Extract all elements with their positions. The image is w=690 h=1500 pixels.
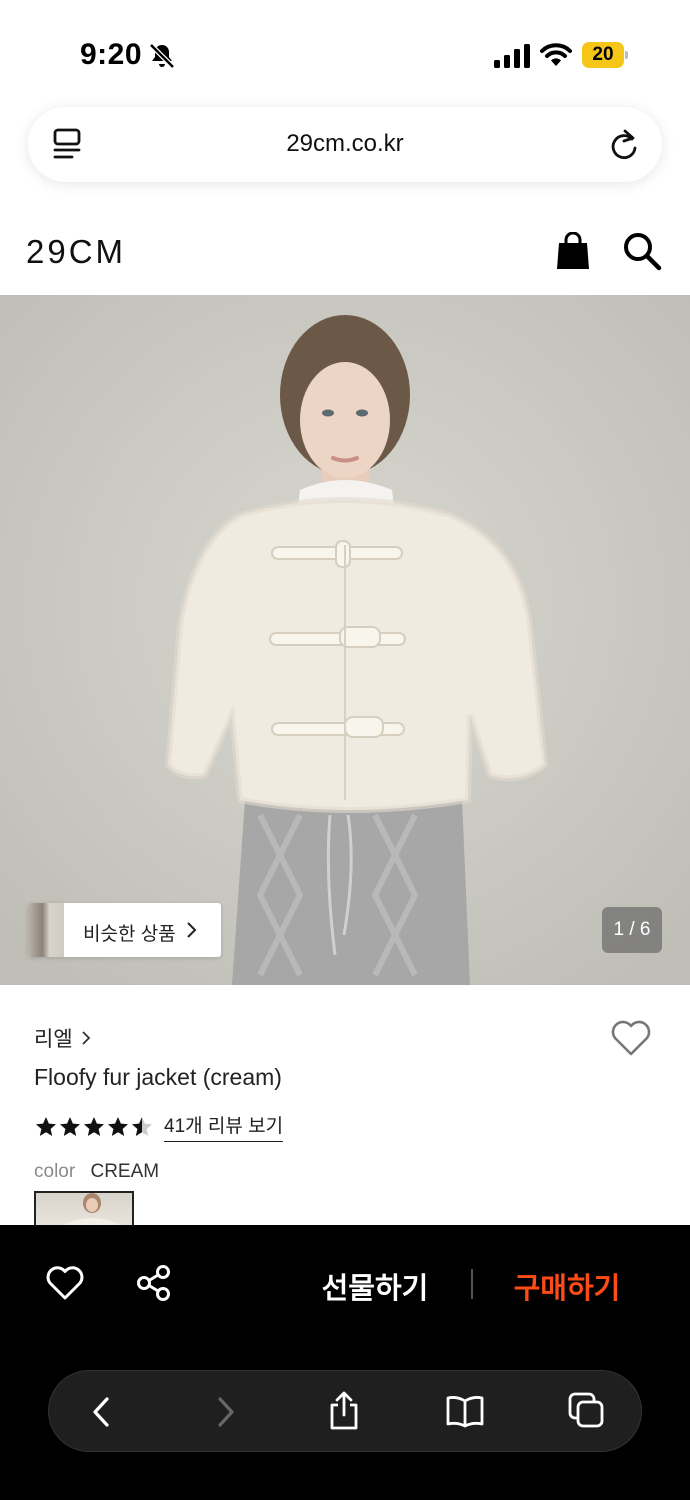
similar-products-label: 비슷한 상품 bbox=[83, 924, 176, 945]
product-image[interactable]: 비슷한 상품 1 / 6 bbox=[0, 295, 690, 985]
brand-link[interactable]: 리엘 bbox=[34, 1023, 91, 1053]
share-icon[interactable] bbox=[327, 1391, 361, 1431]
bottom-action-area: 선물하기 구매하기 bbox=[0, 1225, 690, 1500]
star-full-icon bbox=[84, 1116, 104, 1136]
review-link[interactable]: 41개 리뷰 보기 bbox=[164, 1111, 284, 1142]
chevron-right-icon bbox=[82, 1031, 90, 1045]
gift-button[interactable]: 선물하기 bbox=[300, 1265, 450, 1307]
similar-products-button[interactable]: 비슷한 상품 bbox=[28, 903, 221, 957]
cellular-signal-icon bbox=[494, 44, 530, 68]
star-full-icon bbox=[108, 1116, 128, 1136]
chevron-right-icon bbox=[187, 922, 197, 938]
share-icon[interactable] bbox=[136, 1264, 172, 1302]
rating: 41개 리뷰 보기 bbox=[34, 1111, 284, 1142]
wishlist-heart-icon[interactable] bbox=[610, 1019, 652, 1057]
product-photo bbox=[0, 295, 690, 985]
star-full-icon bbox=[36, 1116, 56, 1136]
product-title: Floofy fur jacket (cream) bbox=[34, 1064, 282, 1090]
brand-name: 리엘 bbox=[34, 1028, 73, 1051]
product-info: 리엘 Floofy fur jacket (cream) 41개 리뷰 보기 c… bbox=[0, 985, 690, 1231]
battery-cap bbox=[625, 51, 628, 59]
similar-product-thumbnail bbox=[28, 903, 64, 957]
tabs-icon[interactable] bbox=[567, 1391, 605, 1429]
star-half-icon bbox=[132, 1116, 152, 1136]
color-row: color CREAM bbox=[34, 1161, 159, 1183]
bell-slash-icon bbox=[149, 43, 175, 69]
back-icon[interactable] bbox=[89, 1395, 113, 1429]
site-logo[interactable]: 29CM bbox=[26, 233, 126, 271]
battery-indicator: 20 bbox=[582, 42, 628, 68]
status-time: 9:20 bbox=[80, 38, 143, 71]
star-full-icon bbox=[60, 1116, 80, 1136]
wifi-icon bbox=[540, 43, 572, 66]
swatch-photo bbox=[56, 1193, 128, 1229]
color-label: color bbox=[34, 1161, 76, 1182]
status-bar: 9:20 20 bbox=[0, 0, 690, 100]
buy-button[interactable]: 구매하기 bbox=[492, 1265, 642, 1307]
forward-icon[interactable] bbox=[214, 1395, 238, 1429]
url-text[interactable]: 29cm.co.kr bbox=[28, 130, 662, 158]
safari-toolbar bbox=[48, 1370, 642, 1452]
bookmarks-icon[interactable] bbox=[445, 1393, 485, 1429]
shopping-bag-icon[interactable] bbox=[555, 232, 591, 270]
search-icon[interactable] bbox=[622, 231, 662, 271]
browser-url-bar[interactable]: 29cm.co.kr bbox=[28, 107, 662, 182]
battery-level: 20 bbox=[582, 42, 624, 68]
image-page-indicator: 1 / 6 bbox=[602, 907, 662, 953]
site-header: 29CM bbox=[0, 195, 690, 295]
action-divider bbox=[471, 1269, 473, 1299]
reload-icon[interactable] bbox=[608, 127, 640, 161]
heart-icon[interactable] bbox=[46, 1265, 84, 1301]
color-value: CREAM bbox=[90, 1161, 160, 1182]
